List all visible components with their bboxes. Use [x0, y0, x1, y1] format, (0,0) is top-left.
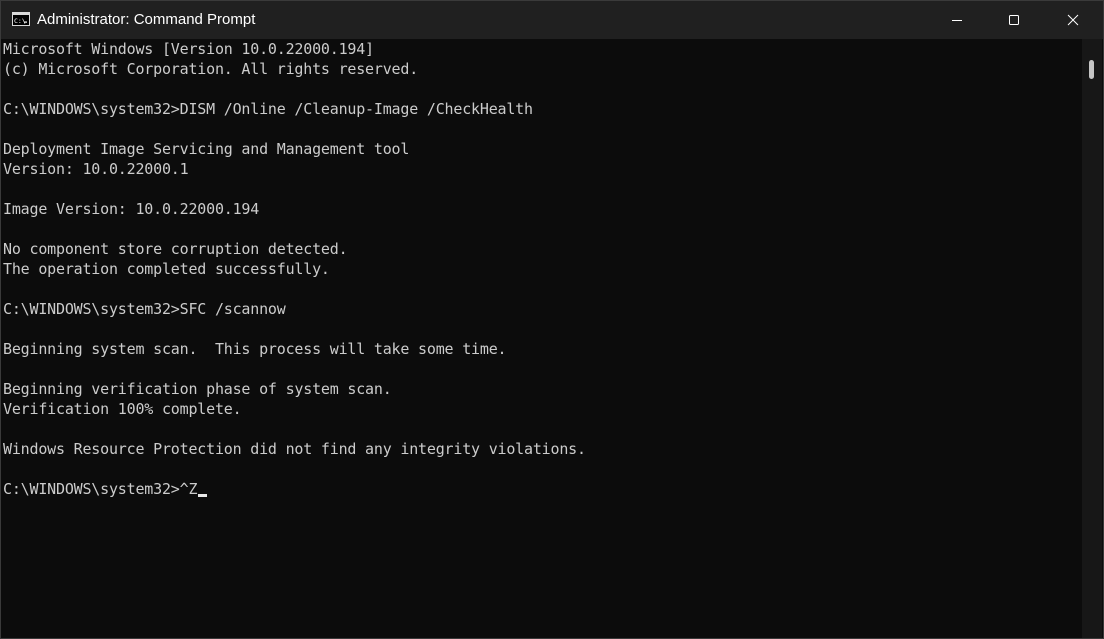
console-line: Beginning system scan. This process will…	[3, 340, 507, 358]
maximize-button[interactable]	[991, 1, 1037, 39]
text-cursor	[198, 494, 208, 497]
console-output[interactable]: Microsoft Windows [Version 10.0.22000.19…	[1, 39, 1083, 638]
prompt-line[interactable]: C:\WINDOWS\system32>^Z	[3, 479, 586, 499]
minimize-button[interactable]	[934, 1, 980, 39]
vertical-scrollbar[interactable]	[1082, 39, 1102, 638]
console-line: The operation completed successfully.	[3, 260, 330, 278]
console-line: (c) Microsoft Corporation. All rights re…	[3, 60, 419, 78]
console-line: Beginning verification phase of system s…	[3, 380, 392, 398]
console-line: Windows Resource Protection did not find…	[3, 440, 586, 458]
maximize-icon	[1009, 15, 1019, 25]
console-lines: Microsoft Windows [Version 10.0.22000.19…	[3, 39, 586, 499]
cmd-icon: C:\	[12, 12, 30, 26]
scrollbar-thumb[interactable]	[1089, 60, 1094, 79]
console-line: C:\WINDOWS\system32>DISM /Online /Cleanu…	[3, 100, 533, 118]
console-line: Version: 10.0.22000.1	[3, 160, 189, 178]
console-line: C:\WINDOWS\system32>SFC /scannow	[3, 300, 286, 318]
minimize-icon	[952, 20, 962, 21]
title-bar[interactable]: C:\ Administrator: Command Prompt	[1, 1, 1103, 39]
close-icon	[1067, 14, 1079, 26]
console-line: No component store corruption detected.	[3, 240, 348, 258]
console-line: Verification 100% complete.	[3, 400, 242, 418]
command-prompt-window: C:\ Administrator: Command Prompt Micros…	[0, 0, 1104, 639]
console-line: Deployment Image Servicing and Managemen…	[3, 140, 410, 158]
svg-text:C:\: C:\	[14, 17, 26, 25]
console-line: Image Version: 10.0.22000.194	[3, 200, 260, 218]
prompt-text: C:\WINDOWS\system32>^Z	[3, 480, 198, 498]
window-title: Administrator: Command Prompt	[37, 11, 256, 28]
close-button[interactable]	[1050, 1, 1096, 39]
console-line: Microsoft Windows [Version 10.0.22000.19…	[3, 40, 374, 58]
